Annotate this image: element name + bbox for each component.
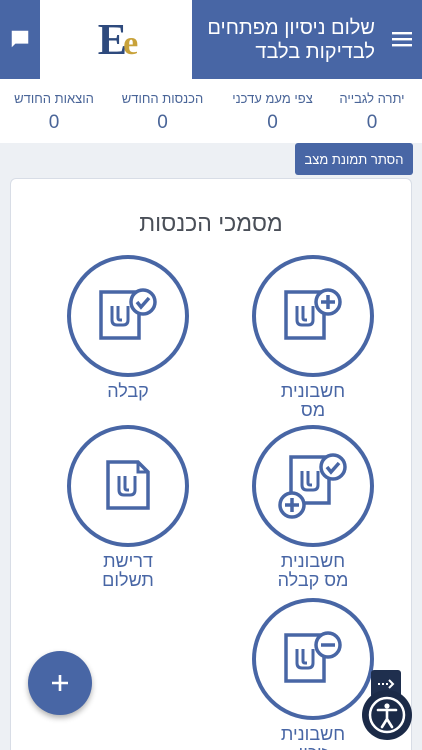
accessibility-button[interactable]: [362, 690, 412, 740]
doc-plus-check-icon: [278, 453, 347, 519]
stat-label: יתרה לגבייה: [339, 91, 405, 106]
doc-tax-invoice-receipt[interactable]: חשבונית מס קבלה: [248, 425, 378, 590]
logo-accent-letter: e: [123, 25, 138, 62]
arrow-right-icon: [378, 679, 395, 689]
doc-circle: [252, 255, 374, 377]
menu-button[interactable]: [388, 25, 416, 53]
chat-icon: [11, 30, 29, 48]
doc-check-icon: [99, 288, 157, 340]
accessibility-icon: [368, 696, 406, 734]
doc-receipt[interactable]: קבלה: [63, 255, 193, 401]
hamburger-menu-icon: [392, 32, 412, 47]
add-document-fab[interactable]: [28, 651, 92, 715]
doc-circle: [252, 598, 374, 720]
doc-tax-invoice[interactable]: חשבונית מס: [248, 255, 378, 420]
doc-payment-request[interactable]: דרישת תשלום: [63, 425, 193, 590]
doc-label: קבלה: [107, 381, 149, 401]
logo-main-letter: E: [97, 15, 127, 64]
doc-plus-icon: [284, 288, 342, 340]
doc-label: חשבונית מס: [280, 381, 346, 420]
doc-label: חשבונית מס קבלה: [277, 551, 349, 590]
doc-credit-invoice[interactable]: חשבונית זיכוי: [248, 598, 378, 750]
page-root: Ee שלום ניסיון מפתחים לבדיקות בלבד יתרה …: [0, 0, 422, 750]
stats-bar: יתרה לגבייה 0 צפי מעמ עדכני 0 הכנסות החו…: [0, 79, 422, 143]
stat-label: צפי מעמ עדכני: [232, 91, 313, 106]
logo[interactable]: Ee: [40, 0, 192, 79]
doc-circle: [67, 255, 189, 377]
stat-label: הוצאות החודש: [14, 91, 94, 106]
stat-value: 0: [267, 112, 278, 133]
chat-button[interactable]: [6, 25, 34, 53]
section-title: מסמכי הכנסות: [139, 210, 283, 236]
stat-income-month: הכנסות החודש 0: [120, 91, 205, 134]
stat-balance: יתרה לגבייה 0: [337, 91, 407, 134]
stat-expenses-month: הוצאות החודש 0: [10, 91, 98, 134]
doc-label: חשבונית זיכוי: [280, 724, 346, 750]
stat-value: 0: [366, 112, 378, 133]
stat-value: 0: [48, 112, 60, 133]
doc-label: דרישת תשלום: [102, 551, 154, 590]
stat-value: 0: [157, 112, 168, 133]
doc-circle: [252, 425, 374, 547]
app-header: Ee שלום ניסיון מפתחים לבדיקות בלבד: [0, 0, 422, 79]
logo-text: Ee: [97, 14, 138, 65]
plus-icon: [52, 675, 68, 691]
doc-circle: [67, 425, 189, 547]
hide-snapshot-button[interactable]: הסתר תמונת מצב: [295, 143, 413, 175]
doc-minus-icon: [284, 631, 342, 683]
stat-vat-forecast: צפי מעמ עדכני 0: [230, 91, 315, 134]
stat-label: הכנסות החודש: [121, 91, 204, 106]
doc-corner-icon: [106, 460, 150, 510]
header-title: שלום ניסיון מפתחים לבדיקות בלבד: [207, 17, 375, 63]
